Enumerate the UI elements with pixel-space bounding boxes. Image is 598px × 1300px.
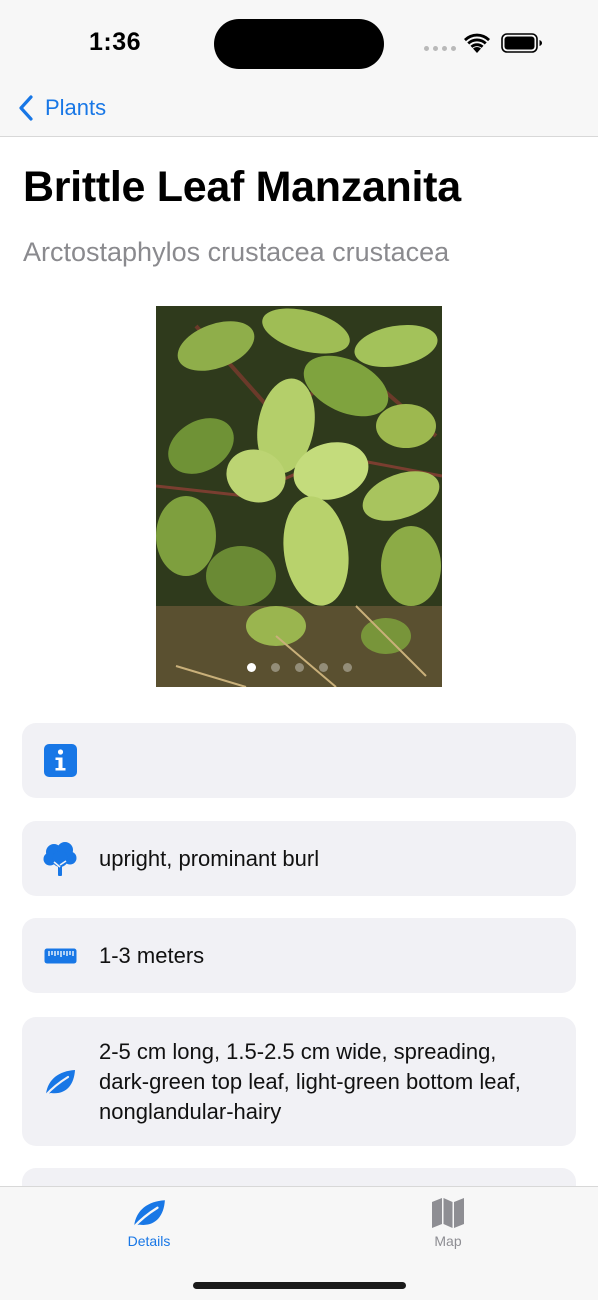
navigation-bar: Plants bbox=[0, 84, 598, 137]
ruler-icon bbox=[42, 938, 78, 974]
status-time: 1:36 bbox=[89, 28, 142, 56]
tab-map-label: Map bbox=[434, 1233, 462, 1249]
page-title: Brittle Leaf Manzanita bbox=[23, 163, 461, 211]
tab-map[interactable]: Map bbox=[388, 1197, 508, 1249]
battery-icon bbox=[501, 33, 542, 53]
cellular-signal-icon bbox=[424, 46, 456, 51]
chevron-left-icon bbox=[19, 95, 33, 121]
back-button[interactable]: Plants bbox=[16, 94, 106, 122]
page-indicator[interactable] bbox=[156, 663, 442, 672]
info-card bbox=[22, 723, 576, 798]
growth-habit-card: upright, prominant burl bbox=[22, 821, 576, 896]
height-card: 1-3 meters bbox=[22, 918, 576, 993]
page-dot[interactable] bbox=[246, 663, 256, 672]
tree-icon bbox=[42, 841, 78, 877]
plant-photo-gallery[interactable] bbox=[156, 306, 442, 687]
growth-habit-text: upright, prominant burl bbox=[99, 845, 320, 871]
page-dot[interactable] bbox=[342, 663, 352, 672]
status-bar: 1:36 bbox=[0, 0, 598, 84]
home-indicator[interactable] bbox=[193, 1282, 406, 1289]
map-icon bbox=[432, 1198, 464, 1228]
leaf-icon bbox=[42, 1064, 78, 1100]
page-dot[interactable] bbox=[294, 663, 304, 672]
info-icon bbox=[42, 743, 78, 779]
leaf-card: 2-5 cm long, 1.5-2.5 cm wide, spreading,… bbox=[22, 1017, 576, 1146]
scientific-name: Arctostaphylos crustacea crustacea bbox=[23, 237, 450, 267]
wifi-icon bbox=[464, 33, 490, 53]
dynamic-island bbox=[214, 19, 384, 69]
tab-details-label: Details bbox=[127, 1233, 171, 1249]
leaf-description-text: 2-5 cm long, 1.5-2.5 cm wide, spreading,… bbox=[99, 1038, 521, 1124]
page-dot[interactable] bbox=[270, 663, 280, 672]
page-dot[interactable] bbox=[318, 663, 328, 672]
plant-photo bbox=[156, 306, 442, 687]
height-text: 1-3 meters bbox=[99, 942, 205, 968]
tab-details[interactable]: Details bbox=[89, 1197, 209, 1249]
leaf-icon bbox=[133, 1200, 165, 1228]
back-button-label: Plants bbox=[45, 95, 107, 120]
